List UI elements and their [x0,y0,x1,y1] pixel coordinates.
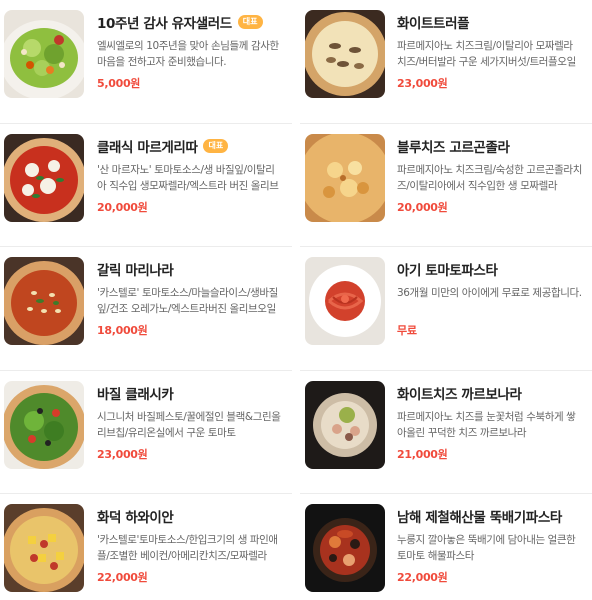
menu-item-photo-salad [4,10,84,98]
menu-item-photo-seafood-pasta [305,504,385,592]
menu-item-name: 화이트치즈 까르보나라 [397,386,522,403]
menu-item[interactable]: 화이트트러플 파르메지아노 치즈크림/이탈리아 모짜렐라 치즈/버터발라 구운 … [300,0,592,124]
menu-item-photo-truffle [305,10,385,98]
menu-item-description: 파르메지아노 치즈를 눈꽃처럼 수북하게 쌓아올린 꾸덕한 치즈 까르보나라 [397,410,576,439]
menu-item[interactable]: 바질 클래시카 시그니처 바질페스토/꿀에절인 블랙&그린올리브칩/유리온실에서… [0,371,292,494]
menu-item[interactable]: 화이트치즈 까르보나라 파르메지아노 치즈를 눈꽃처럼 수북하게 쌓아올린 꾸덕… [300,371,592,494]
menu-item[interactable]: 아기 토마토파스타 36개월 미만의 아이에게 무료로 제공합니다. 무료 [300,247,592,371]
menu-item-price: 23,000원 [397,77,448,90]
menu-item-price: 18,000원 [97,324,148,337]
menu-item-price: 무료 [397,324,417,337]
featured-badge: 대표 [203,138,229,153]
menu-item-name: 블루치즈 고르곤졸라 [397,139,510,156]
menu-item-photo-gorgonzola [305,133,385,222]
menu-item-photo-kids-pasta [305,257,385,345]
menu-item-description: 파르메지아노 치즈크림/이탈리아 모짜렐라 치즈/버터발라 구운 세가지버섯/트… [397,40,576,68]
menu-item[interactable]: 화덕 하와이안 '카스텔로'토마토소스/한입크기의 생 파인애플/조별한 베이컨… [0,494,292,600]
menu-item-description: 시그니처 바질페스토/꿀에절인 블랙&그린올리브칩/유리온실에서 구운 토마토 [97,410,281,439]
menu-item-price: 20,000원 [97,200,148,214]
menu-item-photo-carbonara [305,380,385,469]
menu-column-right: 화이트트러플 파르메지아노 치즈크림/이탈리아 모짜렐라 치즈/버터발라 구운 … [300,0,592,600]
menu-item-info: 남해 제철해산물 뚝배기파스타 누룽지 깔아놓은 뚝배기에 담아내는 얼큰한 토… [397,506,583,585]
menu-item-price: 21,000원 [397,447,448,461]
menu-item-photo-marinara [4,257,84,345]
menu-item-info: 화이트치즈 까르보나라 파르메지아노 치즈를 눈꽃처럼 수북하게 쌓아올린 꾸덕… [397,383,583,462]
menu-grid: 10주년 감사 유자샐러드 대표 엘씨엘로의 10주년을 맞아 손님들께 감사한 … [0,0,592,600]
menu-item-photo-basil-pizza [4,380,84,469]
menu-item-price: 5,000원 [97,77,141,90]
menu-item[interactable]: 클래식 마르게리따 대표 '산 마르자노' 토마토소스/생 바질잎/이탈리아 직수… [0,124,292,247]
menu-item-description: 36개월 미만의 아이에게 무료로 제공합니다. [397,287,582,299]
menu-item-photo-hawaiian [4,504,84,592]
menu-item-name: 클래식 마르게리따 [97,139,198,156]
menu-item[interactable]: 10주년 감사 유자샐러드 대표 엘씨엘로의 10주년을 맞아 손님들께 감사한 … [0,0,292,124]
menu-item-name: 바질 클래시카 [97,386,174,403]
menu-column-left: 10주년 감사 유자샐러드 대표 엘씨엘로의 10주년을 맞아 손님들께 감사한 … [0,0,292,600]
menu-item-description: 엘씨엘로의 10주년을 맞아 손님들께 감사한 마음을 전하고자 준비했습니다. [97,40,279,68]
menu-item-price: 22,000원 [97,571,148,584]
menu-item-info: 블루치즈 고르곤졸라 파르메지아노 치즈크림/숙성한 고르곤졸라치즈/이탈리아에… [397,136,583,215]
menu-item-info: 10주년 감사 유자샐러드 대표 엘씨엘로의 10주년을 맞아 손님들께 감사한 … [97,12,283,91]
menu-item-name: 갈릭 마리나라 [97,263,174,279]
menu-item-photo-margherita [4,133,84,222]
menu-item-name: 10주년 감사 유자샐러드 [97,16,232,32]
menu-item-name: 남해 제철해산물 뚝배기파스타 [397,510,562,526]
menu-item-info: 바질 클래시카 시그니처 바질페스토/꿀에절인 블랙&그린올리브칩/유리온실에서… [97,383,283,462]
menu-item[interactable]: 블루치즈 고르곤졸라 파르메지아노 치즈크림/숙성한 고르곤졸라치즈/이탈리아에… [300,124,592,247]
menu-item-name: 화이트트러플 [397,16,470,32]
menu-item-info: 아기 토마토파스타 36개월 미만의 아이에게 무료로 제공합니다. 무료 [397,259,583,338]
menu-item-info: 클래식 마르게리따 대표 '산 마르자노' 토마토소스/생 바질잎/이탈리아 직수… [97,136,283,215]
menu-item-description: 누룽지 깔아놓은 뚝배기에 담아내는 얼큰한 토마토 해물파스타 [397,534,576,562]
menu-item-info: 화덕 하와이안 '카스텔로'토마토소스/한입크기의 생 파인애플/조별한 베이컨… [97,506,283,585]
menu-item-info: 갈릭 마리나라 '카스텔로' 토마토소스/마늘슬라이스/생바질잎/건조 오레가노… [97,259,283,338]
menu-item-price: 23,000원 [97,447,148,461]
menu-item-info: 화이트트러플 파르메지아노 치즈크림/이탈리아 모짜렐라 치즈/버터발라 구운 … [397,12,583,91]
featured-badge: 대표 [237,15,263,29]
menu-item-description: '카스텔로' 토마토소스/마늘슬라이스/생바질잎/건조 오레가노/엑스트라버진 … [97,287,278,315]
menu-item-price: 20,000원 [397,200,448,214]
menu-item-price: 22,000원 [397,571,448,584]
menu-item-name: 아기 토마토파스타 [397,263,498,279]
menu-item-name: 화덕 하와이안 [97,510,174,526]
menu-item-description: '카스텔로'토마토소스/한입크기의 생 파인애플/조별한 베이컨/아메리칸치즈/… [97,534,278,562]
menu-item[interactable]: 남해 제철해산물 뚝배기파스타 누룽지 깔아놓은 뚝배기에 담아내는 얼큰한 토… [300,494,592,600]
menu-item-description: '산 마르자노' 토마토소스/생 바질잎/이탈리아 직수입 생모짜렐라/엑스트라… [97,163,279,192]
menu-item[interactable]: 갈릭 마리나라 '카스텔로' 토마토소스/마늘슬라이스/생바질잎/건조 오레가노… [0,247,292,371]
menu-item-description: 파르메지아노 치즈크림/숙성한 고르곤졸라치즈/이탈리아에서 직수입한 생 모짜… [397,163,582,192]
